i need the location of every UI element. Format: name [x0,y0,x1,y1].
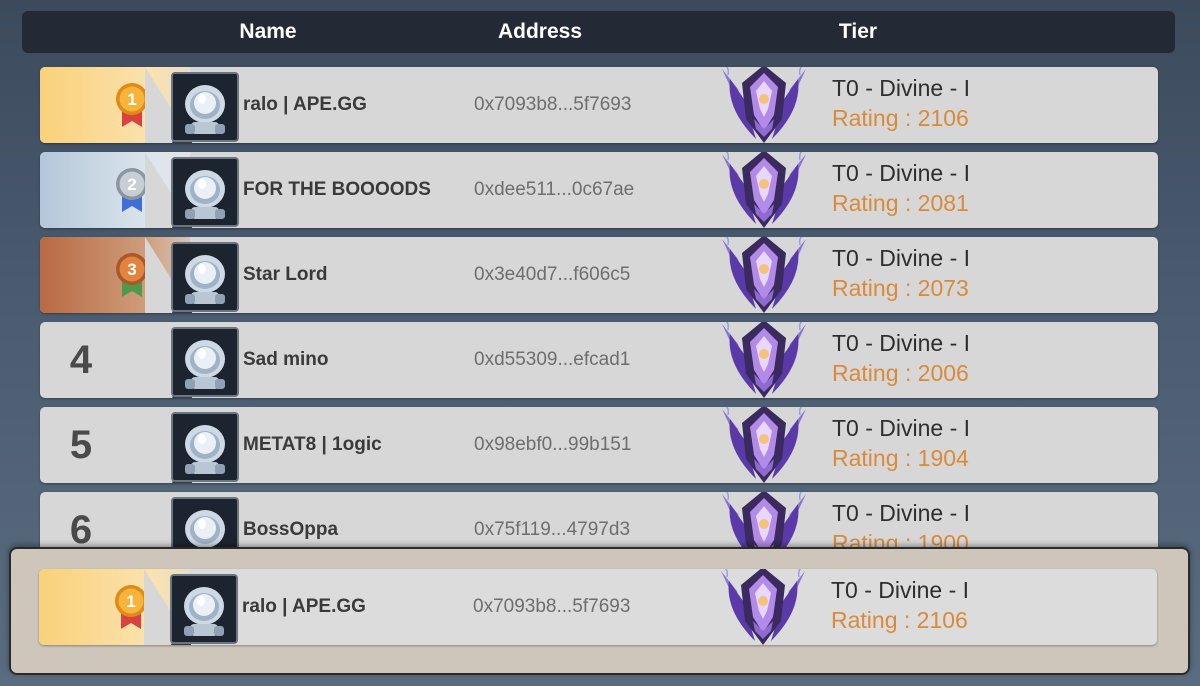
medal-number: 1 [127,90,136,109]
rating-value: Rating : 2073 [832,275,969,301]
medal-number: 1 [126,592,135,611]
leaderboard-row[interactable]: 4 Sad mino 0xd55309...efcad1 T0 - Divine… [40,322,1158,398]
medal-number: 3 [127,260,136,279]
player-name: ralo | APE.GG [242,596,366,617]
player-name: Sad mino [243,349,329,370]
rank-cell: 3 [40,237,193,313]
wallet-address: 0xdee511...0c67ae [474,179,635,200]
wallet-address: 0x98ebf0...99b151 [474,434,632,455]
my-rank-row[interactable]: 1 ralo | APE.GG 0x7093b8...5f7693 T0 - D… [39,569,1157,645]
tier-name: T0 - Divine - I [832,245,971,271]
robot-avatar-icon [171,412,239,482]
leaderboard-row[interactable]: 1 ralo | APE.GG 0x7093b8...5f7693 T0 - D… [40,67,1158,143]
tier-name: T0 - Divine - I [832,500,971,526]
rating-value: Rating : 2106 [832,105,969,131]
my-rank-panel: 1 ralo | APE.GG 0x7093b8...5f7693 T0 - D… [9,547,1190,675]
rank-number: 5 [69,423,93,467]
player-name: Star Lord [243,264,328,285]
rating-value: Rating : 2081 [832,190,969,216]
divine-tier-emblem-icon [722,407,806,483]
rank-cell: 4 [40,322,192,398]
tier-name: T0 - Divine - I [832,75,971,101]
tier-name: T0 - Divine - I [831,577,970,603]
robot-avatar-icon [171,157,239,227]
robot-avatar-icon [171,72,239,142]
leaderboard-row[interactable]: 2 FOR THE BOOOODS 0xdee511...0c67ae T0 -… [40,152,1158,228]
tier-name: T0 - Divine - I [832,415,971,441]
wallet-address: 0xd55309...efcad1 [474,349,631,370]
divine-tier-emblem-icon [721,569,805,645]
divine-tier-emblem-icon [722,237,806,313]
wallet-address: 0x7093b8...5f7693 [474,94,632,115]
wallet-address: 0x7093b8...5f7693 [473,596,631,617]
player-name: ralo | APE.GG [243,94,367,115]
robot-avatar-icon [171,327,239,397]
medal-number: 2 [127,175,136,194]
rank-cell: 1 [39,569,192,645]
rank-number: 4 [69,338,93,382]
leaderboard-list[interactable]: 1 ralo | APE.GG 0x7093b8...5f7693 T0 - D… [0,0,1200,560]
rating-value: Rating : 2106 [831,607,968,633]
rating-value: Rating : 2006 [832,360,969,386]
player-name: METAT8 | 1ogic [243,434,382,455]
rank-cell: 2 [40,152,193,228]
robot-avatar-icon [171,242,239,312]
divine-tier-emblem-icon [722,67,806,143]
robot-avatar-icon [170,574,238,644]
rank-cell: 5 [40,407,192,483]
player-name: FOR THE BOOOODS [243,179,431,200]
divine-tier-emblem-icon [722,322,806,398]
rank-cell: 1 [40,67,193,143]
tier-name: T0 - Divine - I [832,160,971,186]
leaderboard-row[interactable]: 3 Star Lord 0x3e40d7...f606c5 T0 - Divin… [40,237,1158,313]
rating-value: Rating : 1904 [832,445,969,471]
divine-tier-emblem-icon [722,152,806,228]
tier-name: T0 - Divine - I [832,330,971,356]
leaderboard-row[interactable]: 5 METAT8 | 1ogic 0x98ebf0...99b151 T0 - … [40,407,1158,483]
wallet-address: 0x3e40d7...f606c5 [474,264,631,285]
